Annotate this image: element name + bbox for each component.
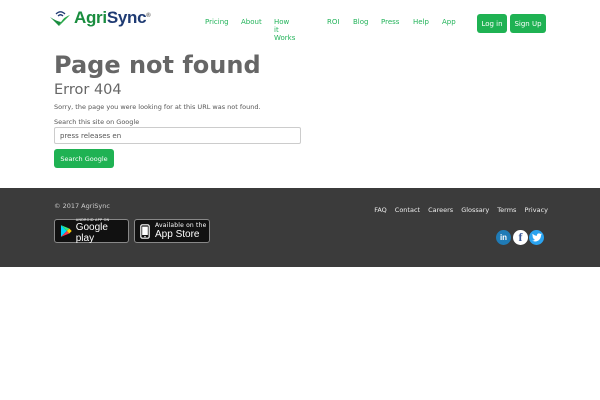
linkedin-icon[interactable]: in (496, 230, 511, 245)
nav-blog[interactable]: Blog (353, 18, 368, 26)
iphone-icon (140, 223, 150, 239)
app-store-text: App Store (155, 228, 200, 240)
footer-link-careers[interactable]: Careers (428, 206, 453, 214)
page-title: Page not found (54, 51, 261, 79)
footer-link-contact[interactable]: Contact (395, 206, 420, 214)
nav-how-it-works[interactable]: How it Works (274, 18, 295, 42)
nav-help[interactable]: Help (413, 18, 429, 26)
nav-roi[interactable]: ROI (327, 18, 339, 26)
footer-link-faq[interactable]: FAQ (374, 206, 387, 214)
social-links: in f (496, 230, 544, 245)
footer-nav: FAQ Contact Careers Glossary Terms Priva… (366, 206, 548, 214)
login-button[interactable]: Log in (477, 14, 507, 33)
twitter-bird-icon (531, 233, 542, 242)
footer: © 2017 AgriSync ANDROID APP ON Google pl… (0, 188, 600, 267)
google-play-badge[interactable]: ANDROID APP ON Google play (54, 218, 129, 244)
facebook-icon[interactable]: f (513, 230, 528, 245)
search-input[interactable] (54, 127, 301, 144)
signup-button[interactable]: Sign Up (510, 14, 546, 33)
brand-logo[interactable]: AgriSync® (49, 8, 151, 28)
navbar: AgriSync® Pricing About How it Works ROI… (0, 0, 600, 45)
search-label: Search this site on Google (54, 118, 140, 126)
leaf-signal-icon (50, 11, 70, 26)
footer-link-terms[interactable]: Terms (497, 206, 516, 214)
brand-name: AgriSync® (74, 8, 151, 27)
nav-pricing[interactable]: Pricing (205, 18, 229, 26)
nav-about[interactable]: About (241, 18, 262, 26)
copyright: © 2017 AgriSync (54, 202, 110, 210)
footer-link-glossary[interactable]: Glossary (461, 206, 489, 214)
footer-link-privacy[interactable]: Privacy (524, 206, 548, 214)
nav-app[interactable]: App (442, 18, 456, 26)
twitter-icon[interactable] (529, 230, 544, 245)
google-play-icon (60, 225, 72, 237)
app-store-badge[interactable]: Available on the App Store (134, 219, 210, 243)
error-code: Error 404 (54, 82, 122, 98)
google-play-text: Google play (75, 222, 108, 244)
not-found-message: Sorry, the page you were looking for at … (54, 103, 261, 111)
nav-press[interactable]: Press (381, 18, 399, 26)
search-google-button[interactable]: Search Google (54, 149, 114, 168)
